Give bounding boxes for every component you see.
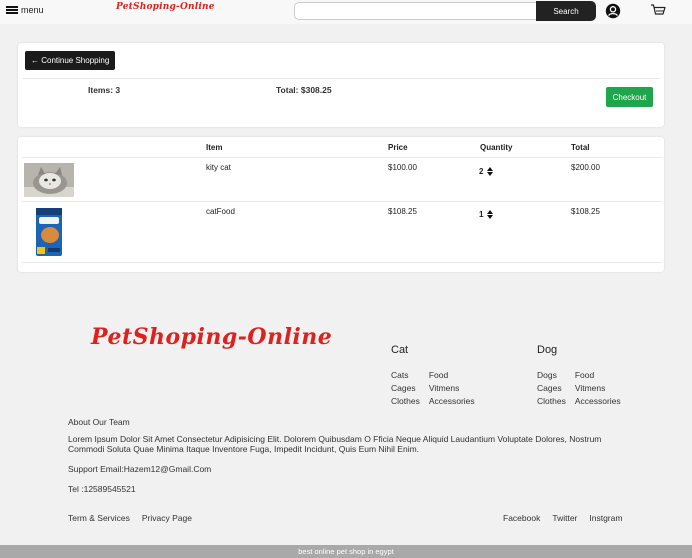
support-email: Support Email:Hazem12@Gmail.Com [68,464,212,474]
cart-table: Item Price Quantity Total kity cat $100.… [18,137,664,272]
twitter-link[interactable]: Twitter [552,513,577,523]
product-price: $108.25 [388,207,417,216]
footer-link[interactable]: Vitmens [575,383,621,393]
header-total: Total [571,143,590,152]
terms-link[interactable]: Term & Services [68,513,130,523]
items-count: Items: 3 [88,85,121,95]
footer-link[interactable]: Food [575,370,621,380]
footer-cat-links: Cats Food Cages Vitmens Clothes Accessor… [391,370,475,407]
header-divider [22,157,662,158]
product-name[interactable]: catFood [206,207,235,216]
footer-link[interactable]: Cages [391,383,420,393]
footer-dog-title: Dog [537,344,558,356]
about-heading: About Our Team [68,417,130,427]
row-divider [22,262,662,263]
footer-link[interactable]: Accessories [429,396,475,406]
top-navbar: menu PetShoping-Online Search [0,0,692,24]
row-divider [22,201,662,202]
footer-link[interactable]: Clothes [391,396,420,406]
menu-button[interactable]: menu [6,5,44,15]
quantity-value: 1 [479,210,484,219]
product-name[interactable]: kity cat [206,163,231,172]
footer-link[interactable]: Dogs [537,370,566,380]
cart-summary-card: ← Continue Shopping Items: 3 Total: $308… [18,43,664,127]
header-price: Price [388,143,408,152]
footer-dog-links: Dogs Food Cages Vitmens Clothes Accessor… [537,370,621,407]
legal-links: Term & Services Privacy Page [68,513,192,523]
checkout-button[interactable]: Checkout [606,87,653,107]
up-down-arrow-icon[interactable] [487,167,494,176]
header-item: Item [206,143,223,152]
continue-shopping-button[interactable]: ← Continue Shopping [25,51,116,70]
footer-link[interactable]: Cages [537,383,566,393]
cart-icon[interactable] [650,3,666,19]
row-total: $200.00 [571,163,600,172]
social-links: Facebook Twitter Instgram [503,513,622,523]
footer-cat-title: Cat [391,344,409,356]
user-icon[interactable] [605,3,621,19]
footer: PetShoping-Online Cat Cats Food Cages Vi… [0,283,692,545]
footer-brand-logo: PetShoping-Online [91,324,333,350]
footer-link[interactable]: Vitmens [429,383,475,393]
bottom-tagline: best online pet shop in egypt [0,545,692,558]
search-input[interactable] [294,2,538,20]
footer-link[interactable]: Food [429,370,475,380]
product-image-catfood[interactable] [32,207,66,257]
brand-logo[interactable]: PetShoping-Online [116,2,215,12]
product-price: $100.00 [388,163,417,172]
quantity-value: 2 [479,167,484,176]
header-quantity: Quantity [480,143,513,152]
footer-link[interactable]: Accessories [575,396,621,406]
about-text: Lorem Ipsum Dolor Sit Amet Consectetur A… [68,434,602,454]
instagram-link[interactable]: Instgram [589,513,622,523]
cart-total: Total: $308.25 [276,85,332,95]
product-image-cat[interactable] [24,163,74,197]
privacy-link[interactable]: Privacy Page [142,513,192,523]
quantity-stepper[interactable]: 2 [479,167,494,176]
telephone: Tel :12589545521 [68,484,136,494]
row-total: $108.25 [571,207,600,216]
menu-label: menu [21,5,44,15]
search-button[interactable]: Search [536,1,596,21]
menu-icon [6,6,18,14]
footer-link[interactable]: Clothes [537,396,566,406]
footer-link[interactable]: Cats [391,370,420,380]
quantity-stepper[interactable]: 1 [479,210,494,219]
facebook-link[interactable]: Facebook [503,513,540,523]
up-down-arrow-icon[interactable] [487,210,494,219]
divider [23,78,659,79]
